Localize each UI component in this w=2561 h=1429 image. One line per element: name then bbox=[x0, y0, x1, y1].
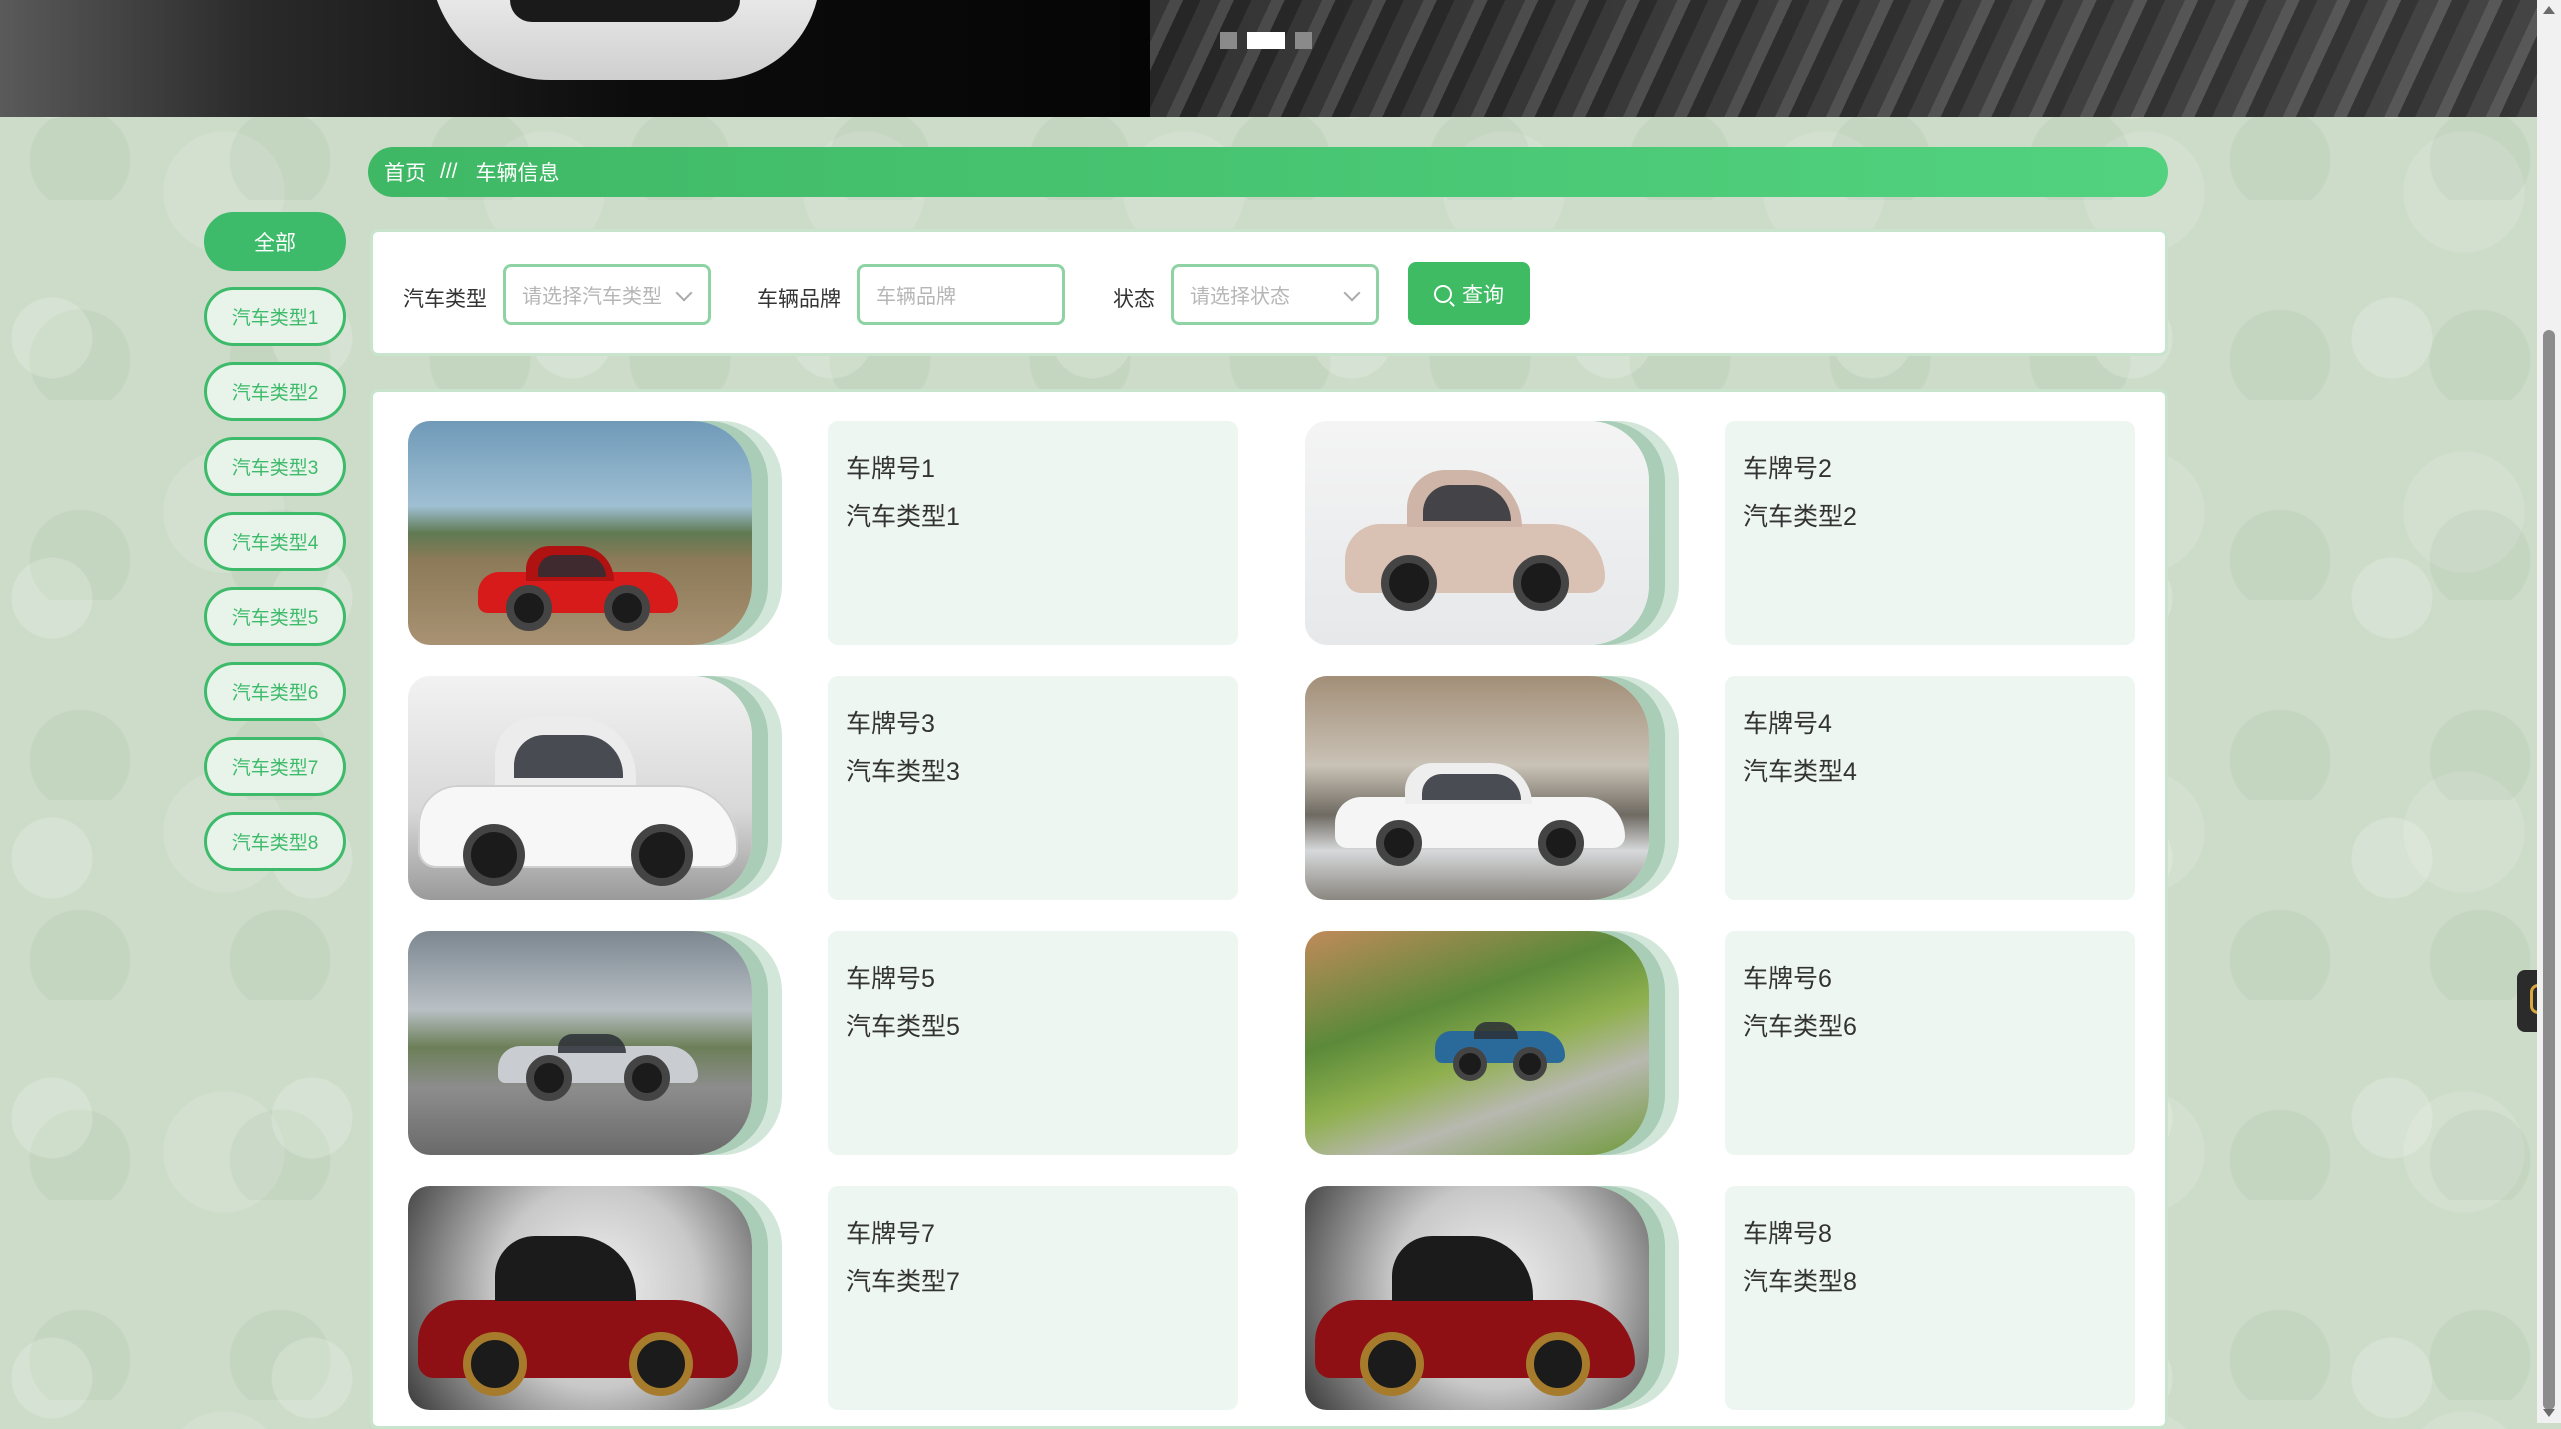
carousel-dot[interactable] bbox=[1220, 32, 1237, 49]
chevron-down-icon bbox=[675, 284, 693, 302]
status-placeholder: 请选择状态 bbox=[1190, 286, 1290, 308]
vehicle-info-card[interactable]: 车牌号7 汽车类型7 bbox=[828, 1186, 1238, 1410]
vehicle-plate: 车牌号6 bbox=[1743, 965, 1832, 993]
category-item[interactable]: 汽车类型2 bbox=[204, 362, 346, 421]
vehicle-type: 汽车类型5 bbox=[846, 1013, 960, 1041]
vehicle-image[interactable] bbox=[1305, 676, 1649, 900]
vehicle-type: 汽车类型6 bbox=[1743, 1013, 1857, 1041]
banner-carousel[interactable] bbox=[0, 0, 2537, 117]
brand-label: 车辆品牌 bbox=[757, 288, 841, 311]
category-item[interactable]: 汽车类型7 bbox=[204, 737, 346, 796]
vehicle-image[interactable] bbox=[1305, 931, 1649, 1155]
category-item[interactable]: 汽车类型8 bbox=[204, 812, 346, 871]
vehicle-info-card[interactable]: 车牌号8 汽车类型8 bbox=[1725, 1186, 2135, 1410]
category-item[interactable]: 汽车类型5 bbox=[204, 587, 346, 646]
brand-input[interactable]: 车辆品牌 bbox=[857, 264, 1065, 325]
car-illustration bbox=[1435, 1011, 1565, 1081]
vehicle-plate: 车牌号3 bbox=[846, 710, 935, 738]
vehicle-image[interactable] bbox=[1305, 1186, 1649, 1410]
car-illustration bbox=[418, 1226, 738, 1396]
vehicle-info-card[interactable]: 车牌号1 汽车类型1 bbox=[828, 421, 1238, 645]
car-illustration bbox=[1315, 1226, 1635, 1396]
car-type-placeholder: 请选择汽车类型 bbox=[522, 286, 662, 308]
vehicle-image[interactable] bbox=[408, 1186, 752, 1410]
category-item[interactable]: 汽车类型1 bbox=[204, 287, 346, 346]
vehicle-plate: 车牌号1 bbox=[846, 455, 935, 483]
vehicle-type: 汽车类型4 bbox=[1743, 758, 1857, 786]
scrollbar-thumb[interactable] bbox=[2543, 330, 2555, 1410]
category-list: 全部 汽车类型1 汽车类型2 汽车类型3 汽车类型4 汽车类型5 汽车类型6 汽… bbox=[204, 212, 346, 887]
car-type-select[interactable]: 请选择汽车类型 bbox=[503, 264, 711, 325]
vehicle-plate: 车牌号2 bbox=[1743, 455, 1832, 483]
carousel-dot-active[interactable] bbox=[1247, 32, 1285, 49]
vehicle-plate: 车牌号7 bbox=[846, 1220, 935, 1248]
vehicle-image[interactable] bbox=[408, 421, 752, 645]
vehicle-type: 汽车类型1 bbox=[846, 503, 960, 531]
scroll-up-icon[interactable] bbox=[2543, 6, 2555, 14]
category-item[interactable]: 汽车类型6 bbox=[204, 662, 346, 721]
vehicle-info-card[interactable]: 车牌号4 汽车类型4 bbox=[1725, 676, 2135, 900]
vehicle-type: 汽车类型8 bbox=[1743, 1268, 1857, 1296]
banner-road-image bbox=[1150, 0, 2537, 117]
scroll-down-icon[interactable] bbox=[2543, 1409, 2555, 1417]
vehicle-list: 车牌号1 汽车类型1 车牌号2 汽车类型2 车牌号3 汽车类型3 车牌号4 汽车… bbox=[370, 389, 2168, 1429]
chevron-down-icon bbox=[1343, 284, 1361, 302]
vehicle-type: 汽车类型3 bbox=[846, 758, 960, 786]
status-select[interactable]: 请选择状态 bbox=[1171, 264, 1379, 325]
page-scrollbar[interactable] bbox=[2537, 0, 2561, 1423]
search-button-label: 查询 bbox=[1462, 283, 1504, 307]
carousel-indicators bbox=[1220, 32, 1312, 49]
vehicle-type: 汽车类型2 bbox=[1743, 503, 1857, 531]
vehicle-plate: 车牌号4 bbox=[1743, 710, 1832, 738]
filter-bar: 汽车类型 请选择汽车类型 车辆品牌 车辆品牌 状态 请选择状态 查询 bbox=[370, 229, 2168, 356]
search-icon bbox=[1434, 284, 1452, 303]
car-illustration bbox=[1345, 461, 1605, 611]
vehicle-image[interactable] bbox=[1305, 421, 1649, 645]
car-type-label: 汽车类型 bbox=[403, 288, 487, 311]
search-button[interactable]: 查询 bbox=[1408, 262, 1530, 325]
vehicle-info-card[interactable]: 车牌号2 汽车类型2 bbox=[1725, 421, 2135, 645]
vehicle-info-card[interactable]: 车牌号6 汽车类型6 bbox=[1725, 931, 2135, 1155]
category-all[interactable]: 全部 bbox=[204, 212, 346, 271]
status-label: 状态 bbox=[1113, 288, 1155, 311]
car-illustration bbox=[478, 541, 678, 631]
category-item[interactable]: 汽车类型4 bbox=[204, 512, 346, 571]
car-illustration bbox=[498, 1021, 698, 1101]
vehicle-info-card[interactable]: 车牌号3 汽车类型3 bbox=[828, 676, 1238, 900]
breadcrumb-home[interactable]: 首页 bbox=[384, 157, 426, 187]
vehicle-type: 汽车类型7 bbox=[846, 1268, 960, 1296]
vehicle-image[interactable] bbox=[408, 931, 752, 1155]
brand-placeholder: 车辆品牌 bbox=[876, 286, 956, 308]
breadcrumb: 首页 /// 车辆信息 bbox=[368, 147, 2168, 197]
banner-car-image bbox=[430, 0, 820, 80]
vehicle-info-card[interactable]: 车牌号5 汽车类型5 bbox=[828, 931, 1238, 1155]
vehicle-plate: 车牌号8 bbox=[1743, 1220, 1832, 1248]
breadcrumb-separator: /// bbox=[440, 160, 458, 183]
breadcrumb-current: 车辆信息 bbox=[475, 162, 560, 185]
vehicle-image[interactable] bbox=[408, 676, 752, 900]
car-illustration bbox=[418, 706, 738, 886]
carousel-dot[interactable] bbox=[1295, 32, 1312, 49]
vehicle-plate: 车牌号5 bbox=[846, 965, 935, 993]
car-illustration bbox=[1335, 756, 1625, 866]
category-item[interactable]: 汽车类型3 bbox=[204, 437, 346, 496]
